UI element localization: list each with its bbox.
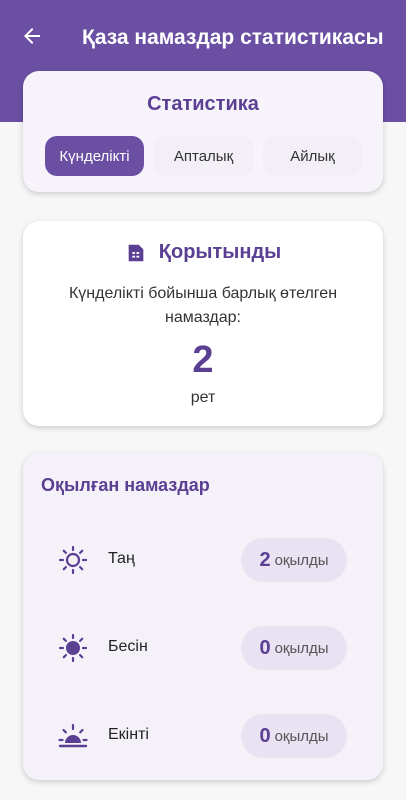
tab-daily[interactable]: Күнделікті xyxy=(45,136,144,176)
prayer-name: Екінті xyxy=(108,726,149,743)
prayer-count-unit: оқылды xyxy=(274,639,329,657)
prayer-count-badge: 0 оқылды xyxy=(241,626,347,670)
prayer-count-badge: 2 оқылды xyxy=(241,538,347,582)
statistics-title: Статистика xyxy=(147,93,259,115)
statistics-card: Статистика Күнделікті Апталық Айлық xyxy=(23,71,383,192)
summary-document-icon xyxy=(128,244,144,261)
prayer-name: Бесін xyxy=(108,638,148,655)
summary-unit: рет xyxy=(190,389,216,406)
summary-card: Қорытынды Күнделікті бойынша барлық өтел… xyxy=(23,221,383,426)
prayer-count-badge: 0 оқылды xyxy=(241,714,347,758)
page-title: Қаза намаздар статистикасы xyxy=(82,26,384,49)
tab-monthly[interactable]: Айлық xyxy=(263,136,362,176)
summary-count: 2 xyxy=(192,339,214,381)
summary-heading: Қорытынды xyxy=(158,241,282,263)
sunrise-icon xyxy=(58,545,88,575)
prayer-name: Таң xyxy=(108,550,135,567)
prayer-count: 2 xyxy=(259,548,271,571)
back-arrow-icon[interactable] xyxy=(20,24,44,48)
sunset-icon xyxy=(58,723,88,748)
prayers-card: Оқылған намаздар Таң 2 оқылды Бесін 0 оқ… xyxy=(23,453,383,780)
prayer-row-besin: Бесін 0 оқылды xyxy=(23,626,383,670)
prayer-count-unit: оқылды xyxy=(274,551,329,569)
sun-icon xyxy=(58,633,88,663)
prayer-row-ekinti: Екінті 0 оқылды xyxy=(23,714,383,758)
summary-header: Қорытынды xyxy=(23,241,383,264)
summary-description: Күнделікті бойынша барлық өтелген намазд… xyxy=(68,285,338,326)
prayers-title: Оқылған намаздар xyxy=(41,475,210,495)
prayer-count: 0 xyxy=(259,636,271,659)
prayer-count-unit: оқылды xyxy=(274,727,329,745)
prayer-row-tan: Таң 2 оқылды xyxy=(23,538,383,582)
tab-weekly[interactable]: Апталық xyxy=(154,136,253,176)
prayer-count: 0 xyxy=(259,724,271,747)
